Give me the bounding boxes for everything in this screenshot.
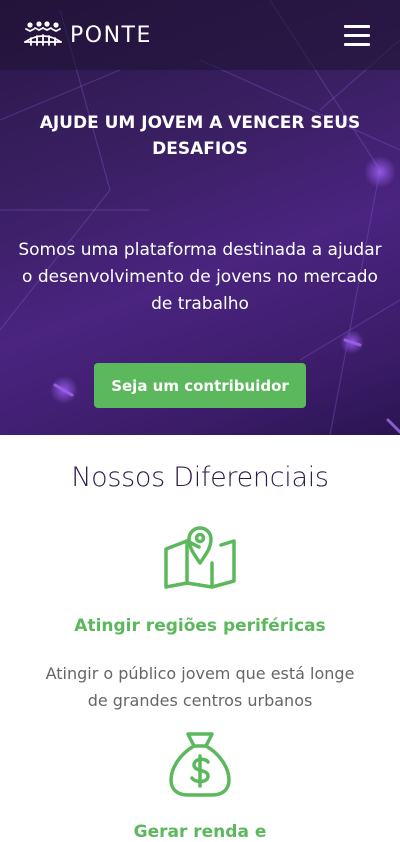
feature-description: Atingir o público jovem que está longe d… (45, 664, 355, 710)
contribute-button[interactable]: Seja um contribuidor (94, 363, 306, 408)
differentials-title: Nossos Diferenciais (71, 462, 329, 493)
feature-title: Atingir regiões periféricas (74, 616, 326, 636)
people-bridge-logo-icon (24, 21, 62, 46)
menu-bar-line (344, 43, 370, 46)
menu-bar-line (344, 25, 370, 28)
hero-section: PONTE AJUDE UM JOVEM A VENCER SEUS DESAF… (0, 0, 400, 435)
hero-title: AJUDE UM JOVEM A VENCER SEUS DESAFIOS (39, 113, 361, 159)
navbar: PONTE (0, 0, 400, 70)
map-pin-icon (164, 526, 236, 589)
money-bag-icon (169, 732, 231, 797)
brand-name: PONTE (70, 22, 152, 48)
hero-subtitle: Somos uma plataforma destinada a ajudar … (18, 240, 382, 314)
feature-title: Gerar renda e (133, 822, 267, 842)
brand-logo[interactable]: PONTE (24, 20, 152, 50)
menu-bar-line (344, 34, 370, 37)
hamburger-menu-icon[interactable] (344, 25, 370, 47)
